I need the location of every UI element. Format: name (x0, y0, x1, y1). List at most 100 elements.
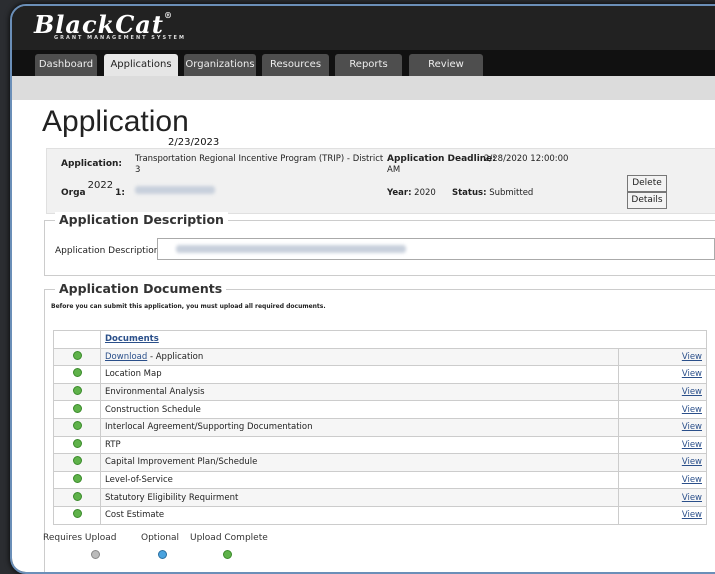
view-link[interactable]: View (682, 440, 702, 450)
upload-complete-icon (72, 350, 82, 360)
table-row: Level-of-Service View (53, 470, 707, 490)
table-row: Cost Estimate View (53, 505, 707, 525)
upload-complete-icon (72, 421, 82, 431)
document-name: Location Map (100, 365, 619, 384)
view-cell: View (617, 382, 707, 402)
view-cell: View (617, 505, 707, 525)
documents-table: Documents Download - Application View Lo… (53, 330, 707, 525)
table-row: RTP View (53, 435, 707, 455)
application-info-panel: Application: Transportation Regional Inc… (46, 148, 715, 214)
view-link[interactable]: View (682, 493, 702, 503)
upload-complete-icon (72, 368, 82, 378)
deadline-value-line2: AM (387, 165, 401, 175)
view-link[interactable]: View (682, 405, 702, 415)
tab-reports[interactable]: Reports (335, 54, 402, 76)
legend-requires-upload-label: Requires Upload (43, 533, 117, 543)
documents-notice: Before you can submit this application, … (51, 303, 326, 310)
header-action-cell (618, 330, 707, 349)
table-row: Environmental Analysis View (53, 382, 707, 402)
tab-dashboard[interactable]: Dashboard (35, 54, 97, 76)
description-value-redacted (176, 245, 406, 253)
application-documents-section: Application Documents Before you can sub… (43, 281, 715, 572)
tab-resources[interactable]: Resources (262, 54, 329, 76)
org-label-prefix: Orga (61, 188, 86, 198)
application-label: Application: (61, 159, 123, 169)
download-link[interactable]: Download (105, 352, 147, 362)
details-button[interactable]: Details (627, 192, 667, 209)
optional-icon (158, 550, 167, 559)
document-name: - Application (147, 351, 204, 362)
status-cell (53, 400, 101, 419)
year-value: 2020 (414, 188, 436, 198)
handwritten-date: 2/23/2023 (168, 137, 220, 148)
application-name-line1: Transportation Regional Incentive Progra… (135, 154, 384, 164)
app-header: BlackCat® GRANT MANAGEMENT SYSTEM (12, 6, 715, 50)
view-link[interactable]: View (682, 369, 702, 379)
document-name-cell: Download - Application (100, 347, 619, 367)
header-documents-cell: Documents (100, 330, 618, 349)
documents-header-link[interactable]: Documents (105, 334, 159, 344)
table-row: Download - Application View (53, 347, 707, 367)
delete-button[interactable]: Delete (627, 175, 667, 192)
view-cell: View (617, 347, 707, 367)
table-row: Statutory Eligibility Requirment View (53, 488, 707, 507)
status-cell (53, 435, 101, 455)
table-row: Construction Schedule View (53, 400, 707, 419)
tab-applications[interactable]: Applications (104, 54, 178, 76)
view-link[interactable]: View (682, 457, 702, 467)
upload-complete-icon (72, 509, 82, 519)
description-section-title: Application Description (55, 212, 228, 227)
table-row: Location Map View (53, 365, 707, 384)
view-cell: View (617, 453, 707, 472)
logo-subtitle: GRANT MANAGEMENT SYSTEM (54, 35, 186, 41)
organization-value-redacted (135, 186, 215, 194)
view-cell: View (617, 417, 707, 437)
view-cell: View (617, 365, 707, 384)
status-cell (53, 505, 101, 525)
view-link[interactable]: View (682, 475, 702, 485)
status-cell (53, 382, 101, 402)
view-cell: View (617, 435, 707, 455)
document-name: Capital Improvement Plan/Schedule (100, 453, 619, 472)
description-field-label: Application Description (55, 246, 160, 256)
view-cell: View (617, 400, 707, 419)
header-status-cell (53, 330, 101, 349)
table-row: Interlocal Agreement/Supporting Document… (53, 417, 707, 437)
view-cell: View (617, 488, 707, 507)
application-description-section: Application Description Application Desc… (44, 212, 715, 276)
status-cell (53, 347, 101, 367)
upload-complete-icon (223, 550, 232, 559)
status-value: Submitted (489, 188, 534, 198)
view-link[interactable]: View (682, 422, 702, 432)
legend-optional-label: Optional (141, 533, 180, 543)
status-cell (53, 453, 101, 472)
status-cell (53, 365, 101, 384)
description-input[interactable] (157, 238, 715, 260)
tab-organizations[interactable]: Organizations (184, 54, 256, 76)
app-window: BlackCat® GRANT MANAGEMENT SYSTEM Dashbo… (10, 4, 715, 574)
status-cell (53, 470, 101, 490)
deadline-value-line1: 2/28/2020 12:00:00 (484, 154, 569, 164)
upload-complete-icon (72, 456, 82, 466)
page-title: Application (42, 105, 189, 138)
tab-review[interactable]: Review (409, 54, 483, 76)
upload-complete-icon (72, 403, 82, 413)
view-link[interactable]: View (682, 352, 702, 362)
view-cell: View (617, 470, 707, 490)
table-row: Capital Improvement Plan/Schedule View (53, 453, 707, 472)
document-name: Environmental Analysis (100, 382, 619, 402)
view-link[interactable]: View (682, 510, 702, 520)
upload-complete-icon (72, 438, 82, 448)
handwritten-year: 2022 (87, 180, 114, 191)
document-name: Statutory Eligibility Requirment (100, 488, 619, 507)
status-field: Status: Submitted (452, 188, 533, 198)
deadline-label: Application Deadline: (387, 154, 496, 164)
status-cell (53, 417, 101, 437)
document-name: Cost Estimate (100, 505, 619, 525)
main-nav: Dashboard Applications Organizations Res… (12, 50, 715, 76)
org-label-suffix: 1: (115, 188, 125, 198)
view-link[interactable]: View (682, 387, 702, 397)
document-name: Construction Schedule (100, 400, 619, 419)
sub-toolbar (12, 76, 715, 100)
documents-section-title: Application Documents (55, 281, 227, 296)
